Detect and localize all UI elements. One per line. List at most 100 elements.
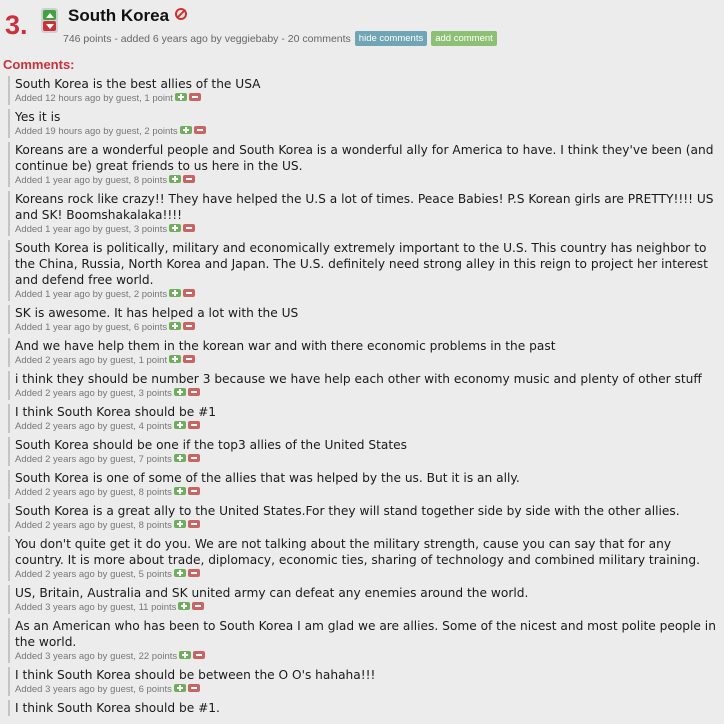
comment-meta: Added 19 hours ago by guest, 2 points (15, 125, 724, 138)
comment-downvote-icon[interactable] (183, 289, 196, 297)
comment-meta-text: Added 1 year ago by guest, 2 points (15, 289, 168, 300)
add-comment-button[interactable]: add comment (431, 31, 497, 46)
comment-item: South Korea is the best allies of the US… (8, 76, 724, 105)
comment-meta-text: Added 2 years ago by guest, 3 points (15, 388, 172, 399)
vote-widget (41, 8, 58, 33)
comment-meta-text: Added 3 years ago by guest, 22 points (15, 651, 178, 662)
comment-item: Koreans are a wonderful people and South… (8, 142, 724, 187)
comment-downvote-icon[interactable] (193, 651, 206, 659)
comments-count: 20 comments (287, 32, 351, 45)
comment-item: South Korea is one of some of the allies… (8, 470, 724, 499)
comment-item: South Korea should be one if the top3 al… (8, 437, 724, 466)
comments-list: South Korea is the best allies of the US… (8, 76, 724, 720)
comment-upvote-icon[interactable] (174, 93, 187, 101)
comment-downvote-icon[interactable] (183, 355, 196, 363)
comment-text: US, Britain, Australia and SK united arm… (15, 586, 529, 600)
comment-meta-text: Added 2 years ago by guest, 8 points (15, 487, 172, 498)
vote-down-icon[interactable] (43, 21, 56, 31)
comment-downvote-icon[interactable] (183, 224, 196, 232)
comment-downvote-icon[interactable] (187, 569, 200, 577)
comment-meta: Added 3 years ago by guest, 11 points (15, 601, 724, 614)
comment-item: i think they should be number 3 because … (8, 371, 724, 400)
hide-comments-button[interactable]: hide comments (354, 31, 428, 46)
vote-up-icon[interactable] (43, 10, 56, 20)
comment-upvote-icon[interactable] (173, 421, 186, 429)
comment-meta: Added 2 years ago by guest, 4 points (15, 420, 724, 433)
comment-upvote-icon[interactable] (173, 388, 186, 396)
comment-text: Koreans rock like crazy!! They have help… (15, 192, 714, 222)
comment-downvote-icon[interactable] (187, 487, 200, 495)
comment-upvote-icon[interactable] (173, 520, 186, 528)
comment-upvote-icon[interactable] (179, 651, 192, 659)
comment-upvote-icon[interactable] (169, 322, 182, 330)
comment-downvote-icon[interactable] (187, 421, 200, 429)
comment-item: South Korea is politically, military and… (8, 240, 724, 301)
comment-item: I think South Korea should be #1. (8, 700, 724, 716)
comment-meta-text: Added 2 years ago by guest, 1 point (15, 355, 168, 366)
comment-upvote-icon[interactable] (178, 602, 191, 610)
comment-item: You don't quite get it do you. We are no… (8, 536, 724, 581)
comment-text: I think South Korea should be #1. (15, 701, 220, 715)
comment-downvote-icon[interactable] (187, 520, 200, 528)
comment-downvote-icon[interactable] (187, 684, 200, 692)
comment-text: Koreans are a wonderful people and South… (15, 143, 714, 173)
comment-downvote-icon[interactable] (187, 454, 200, 462)
comment-text: I think South Korea should be between th… (15, 668, 376, 682)
comment-meta: Added 2 years ago by guest, 8 points (15, 519, 724, 532)
comment-meta-text: Added 19 hours ago by guest, 2 points (15, 126, 178, 137)
comment-meta: Added 1 year ago by guest, 6 points (15, 321, 724, 334)
comment-upvote-icon[interactable] (173, 454, 186, 462)
comment-item: And we have help them in the korean war … (8, 338, 724, 367)
comment-upvote-icon[interactable] (173, 487, 186, 495)
comment-meta-text: Added 1 year ago by guest, 8 points (15, 175, 168, 186)
comment-text: South Korea is politically, military and… (15, 241, 708, 287)
comment-item: US, Britain, Australia and SK united arm… (8, 585, 724, 614)
comment-downvote-icon[interactable] (188, 93, 201, 101)
comment-text: As an American who has been to South Kor… (15, 619, 716, 649)
comment-text: South Korea should be one if the top3 al… (15, 438, 408, 452)
comment-upvote-icon[interactable] (169, 224, 182, 232)
comment-upvote-icon[interactable] (169, 289, 182, 297)
comment-meta: Added 2 years ago by guest, 7 points (15, 453, 724, 466)
comment-text: South Korea is one of some of the allies… (15, 471, 520, 485)
comment-meta: Added 1 year ago by guest, 8 points (15, 174, 724, 187)
comment-upvote-icon[interactable] (169, 175, 182, 183)
comment-meta-text: Added 1 year ago by guest, 6 points (15, 322, 168, 333)
comment-upvote-icon[interactable] (173, 684, 186, 692)
comment-upvote-icon[interactable] (173, 569, 186, 577)
comment-text: Yes it is (15, 110, 61, 124)
item-meta: 746 points - added 6 years ago by veggie… (63, 31, 497, 46)
comment-meta-text: Added 12 hours ago by guest, 1 point (15, 93, 173, 104)
comment-downvote-icon[interactable] (193, 126, 206, 134)
rank-number: 3. (5, 10, 28, 40)
comment-meta: Added 3 years ago by guest, 22 points (15, 650, 724, 663)
comment-item: Yes it is Added 19 hours ago by guest, 2 … (8, 109, 724, 138)
comment-item: South Korea is a great ally to the Unite… (8, 503, 724, 532)
comment-meta-text: Added 2 years ago by guest, 8 points (15, 520, 172, 531)
comment-downvote-icon[interactable] (183, 175, 196, 183)
comment-text: I think South Korea should be #1 (15, 405, 217, 419)
added-info: - added 6 years ago by veggiebaby - (114, 32, 285, 45)
comment-meta-text: Added 1 year ago by guest, 3 points (15, 224, 168, 235)
comment-item: I think South Korea should be between th… (8, 667, 724, 696)
comment-meta-text: Added 2 years ago by guest, 4 points (15, 421, 172, 432)
comment-downvote-icon[interactable] (192, 602, 205, 610)
comment-meta: Added 2 years ago by guest, 8 points (15, 486, 724, 499)
comment-meta-text: Added 2 years ago by guest, 5 points (15, 569, 172, 580)
comment-downvote-icon[interactable] (187, 388, 200, 396)
comment-text: South Korea is the best allies of the US… (15, 77, 261, 91)
comment-text: SK is awesome. It has helped a lot with … (15, 306, 299, 320)
comment-downvote-icon[interactable] (183, 322, 196, 330)
item-title-text[interactable]: South Korea (68, 6, 169, 25)
comment-meta-text: Added 2 years ago by guest, 7 points (15, 454, 172, 465)
comment-item: I think South Korea should be #1 Added 2 … (8, 404, 724, 433)
comment-upvote-icon[interactable] (179, 126, 192, 134)
comment-meta: Added 12 hours ago by guest, 1 point (15, 92, 724, 105)
comment-meta: Added 2 years ago by guest, 5 points (15, 568, 724, 581)
ban-icon[interactable] (175, 8, 188, 20)
comment-upvote-icon[interactable] (169, 355, 182, 363)
comment-meta: Added 1 year ago by guest, 2 points (15, 288, 724, 301)
comment-text: South Korea is a great ally to the Unite… (15, 504, 680, 518)
comment-meta-text: Added 3 years ago by guest, 6 points (15, 684, 172, 695)
comment-meta: Added 2 years ago by guest, 3 points (15, 387, 724, 400)
